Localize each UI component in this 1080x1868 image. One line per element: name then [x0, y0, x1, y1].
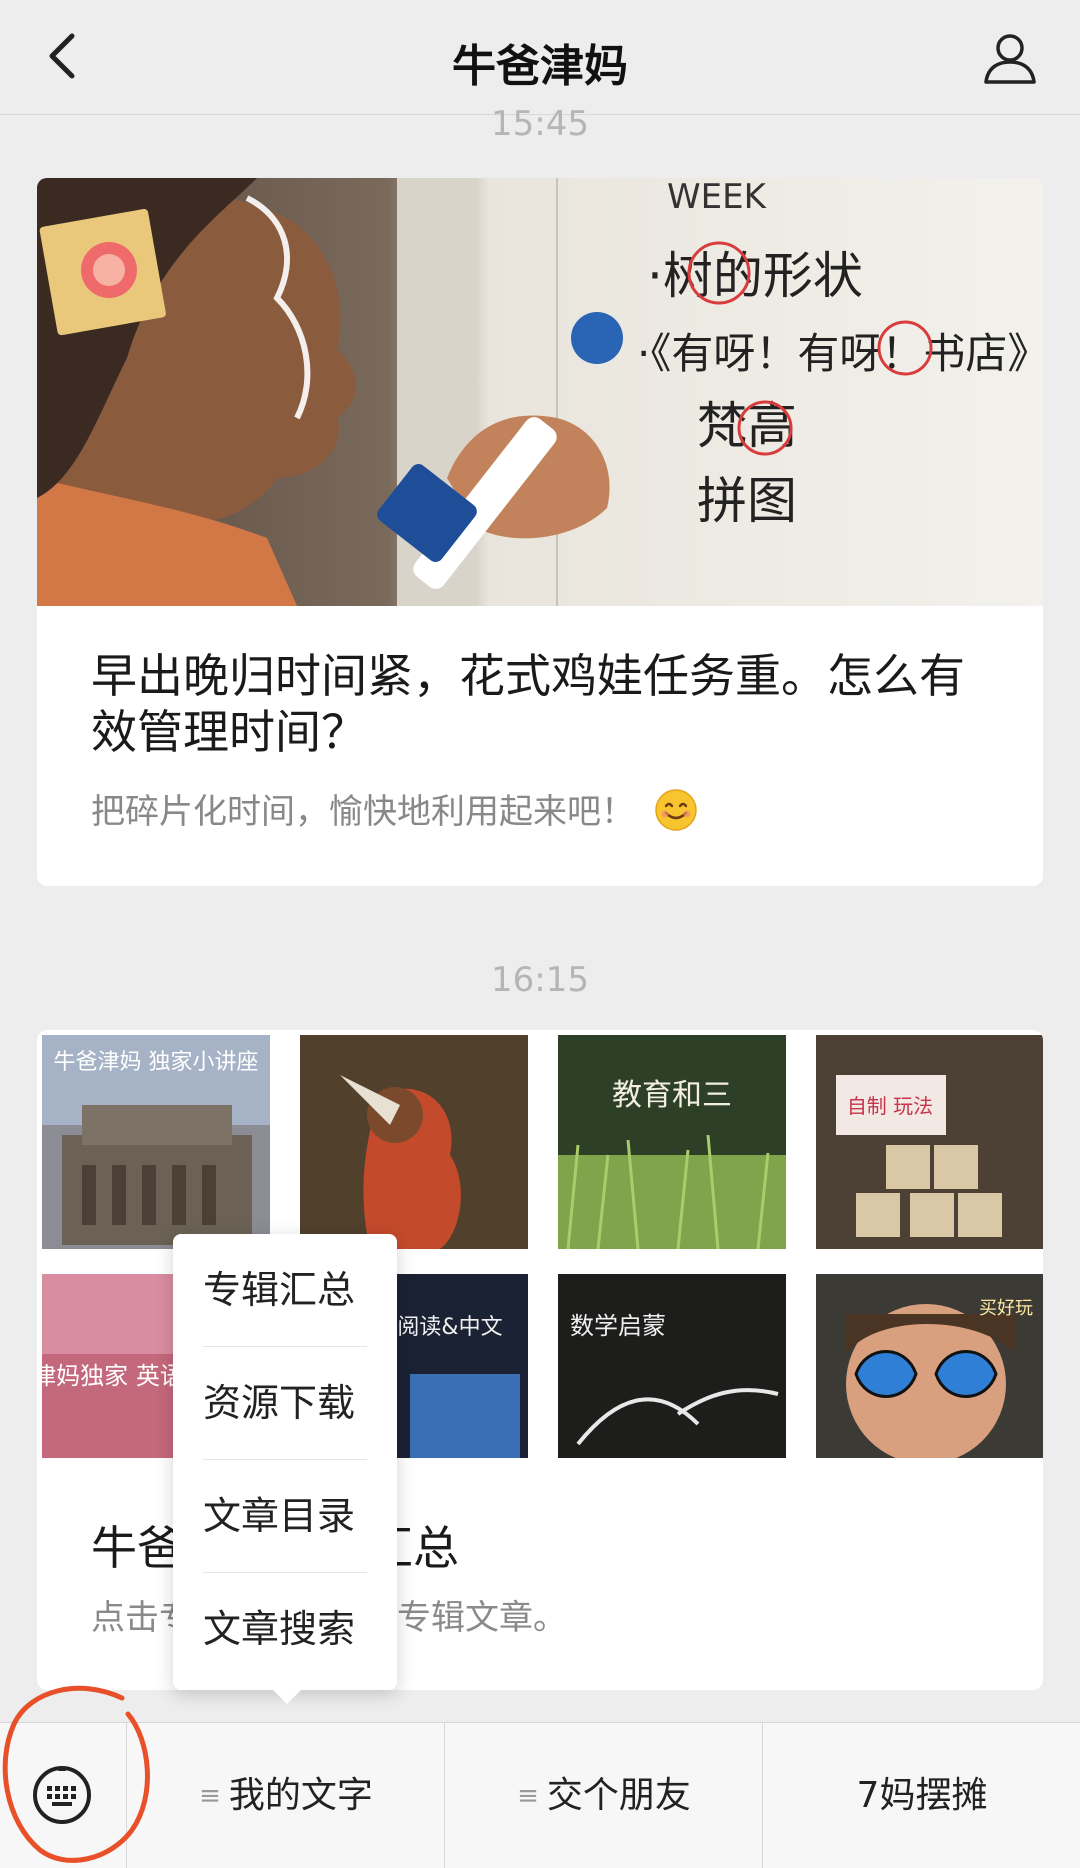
profile-icon[interactable]: [980, 28, 1040, 88]
submenu-item-article-search[interactable]: 文章搜索: [203, 1573, 373, 1685]
official-account-chat: 牛爸津妈 15:45 WEEK ·树的形状 ·《有呀！有呀！书店》 梵高 拼图 …: [0, 0, 1080, 1868]
timestamp: 15:45: [491, 104, 589, 144]
article-digest-text: 把碎片化时间，愉快地利用起来吧！: [91, 792, 635, 832]
submenu-popup: 专辑汇总 资源下载 文章目录 文章搜索: [173, 1234, 397, 1704]
album-thumb-text: 牛爸津妈 独家小讲座: [54, 1050, 259, 1075]
album-thumb-text: 自制 玩法: [847, 1094, 933, 1118]
submenu-indicator-icon: ≡: [517, 1781, 539, 1811]
menu-item-make-friends[interactable]: ≡ 交个朋友: [444, 1723, 763, 1868]
cover-text-week: WEEK: [667, 178, 768, 217]
page-title: 牛爸津妈: [452, 41, 628, 92]
navigation-bar: 牛爸津妈: [0, 0, 1080, 115]
keyboard-toggle-button[interactable]: [0, 1723, 126, 1868]
album-thumb[interactable]: 教育和三: [558, 1035, 786, 1249]
album-thumb[interactable]: 买好玩: [816, 1274, 1043, 1458]
article-card[interactable]: WEEK ·树的形状 ·《有呀！有呀！书店》 梵高 拼图 早出晚归时间紧，花式鸡…: [37, 178, 1043, 886]
article-cover-image: WEEK ·树的形状 ·《有呀！有呀！书店》 梵高 拼图: [37, 178, 1043, 606]
account-menu-bar: ≡ 我的文字 ≡ 交个朋友 7妈摆摊: [0, 1722, 1080, 1868]
album-thumb-text: 数学启蒙: [570, 1312, 666, 1340]
album-thumb[interactable]: 牛爸津妈 独家小讲座: [42, 1035, 270, 1249]
timestamp: 16:15: [491, 960, 589, 1000]
smile-emoji-icon: [655, 789, 697, 831]
submenu-item-album-summary[interactable]: 专辑汇总: [203, 1234, 373, 1346]
menu-item-stall[interactable]: 7妈摆摊: [762, 1723, 1080, 1868]
album-thumb[interactable]: 自制 玩法: [816, 1035, 1043, 1249]
submenu-item-resource-download[interactable]: 资源下载: [203, 1347, 373, 1459]
menu-item-label: 我的文字: [228, 1775, 373, 1816]
keyboard-icon: [33, 1766, 91, 1824]
album-thumb-text: 教育和三: [612, 1078, 732, 1113]
submenu-item-article-index[interactable]: 文章目录: [203, 1460, 373, 1572]
menu-item-label: 交个朋友: [546, 1775, 691, 1816]
album-thumb[interactable]: [300, 1035, 528, 1249]
submenu-indicator-icon: ≡: [199, 1781, 221, 1811]
menu-item-my-writing[interactable]: ≡ 我的文字: [126, 1723, 445, 1868]
article-title: 早出晚归时间紧，花式鸡娃任务重。怎么有效管理时间？: [91, 649, 965, 759]
popup-pointer: [273, 1690, 301, 1704]
cover-text-line4: 拼图: [697, 472, 797, 530]
cover-text-line1: ·树的形状: [647, 247, 863, 305]
article-digest: 把碎片化时间，愉快地利用起来吧！: [91, 784, 697, 833]
cover-text-line2: ·《有呀！有呀！书店》: [637, 329, 1043, 378]
menu-item-label: 7妈摆摊: [856, 1775, 988, 1816]
album-thumb[interactable]: 数学启蒙: [558, 1274, 786, 1458]
album-thumb-text: 阅读&中文: [397, 1315, 502, 1340]
album-thumb-text: 买好玩: [979, 1298, 1033, 1319]
